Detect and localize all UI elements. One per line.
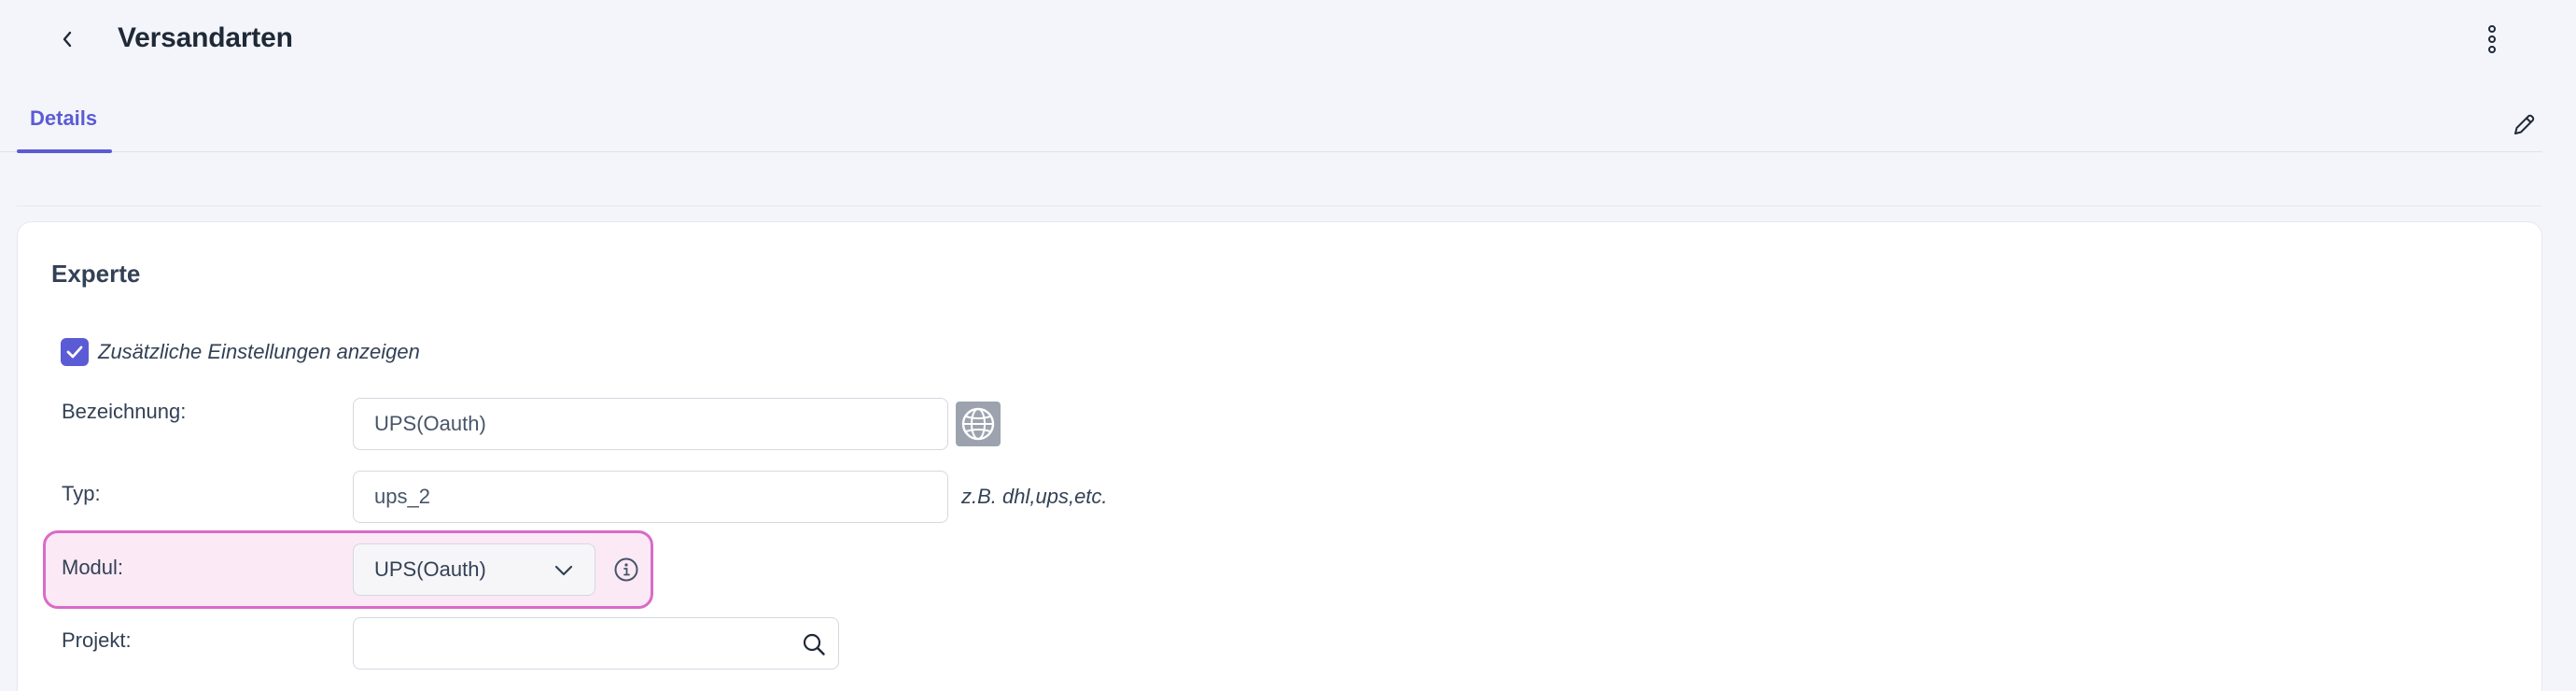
pencil-icon (2514, 114, 2535, 134)
tab-bar: Details (0, 93, 2542, 153)
page-title: Versandarten (118, 22, 293, 53)
typ-input[interactable]: ups_2 (353, 471, 948, 523)
projekt-label: Projekt: (62, 628, 132, 652)
section-title: Experte (51, 260, 141, 288)
active-tab-indicator (17, 149, 112, 153)
show-extra-settings-label: Zusätzliche Einstellungen anzeigen (98, 340, 420, 363)
checkmark-icon (66, 346, 83, 359)
translate-button[interactable] (956, 402, 1001, 446)
show-extra-settings-toggle[interactable]: Zusätzliche Einstellungen anzeigen (61, 338, 420, 366)
edit-button[interactable] (2505, 106, 2542, 144)
kebab-menu-icon (2488, 25, 2496, 53)
bezeichnung-label: Bezeichnung: (62, 400, 187, 423)
projekt-search-button[interactable] (799, 629, 829, 659)
chevron-down-icon (554, 565, 573, 576)
modul-selected-value: UPS(Oauth) (374, 557, 486, 581)
experte-card: Experte Zusätzliche Einstellungen anzeig… (17, 221, 2542, 691)
back-button[interactable] (49, 21, 86, 58)
chevron-left-icon (63, 31, 72, 48)
modul-info-button[interactable] (612, 556, 640, 584)
tab-details-label: Details (30, 106, 98, 130)
info-icon (614, 557, 638, 582)
bezeichnung-input[interactable]: UPS(Oauth) (353, 398, 948, 450)
divider (17, 205, 2542, 206)
page-header: Versandarten (0, 0, 2576, 84)
modul-label: Modul: (62, 556, 124, 579)
more-options-button[interactable] (2473, 19, 2511, 60)
globe-icon (961, 407, 995, 441)
typ-hint: z.B. dhl,ups,etc. (961, 485, 1108, 508)
tab-details[interactable]: Details (17, 93, 112, 153)
typ-label: Typ: (62, 482, 101, 505)
modul-select[interactable]: UPS(Oauth) (353, 543, 595, 596)
projekt-input[interactable] (353, 617, 839, 670)
search-icon (803, 633, 825, 656)
show-extra-settings-checkbox[interactable] (61, 338, 89, 366)
